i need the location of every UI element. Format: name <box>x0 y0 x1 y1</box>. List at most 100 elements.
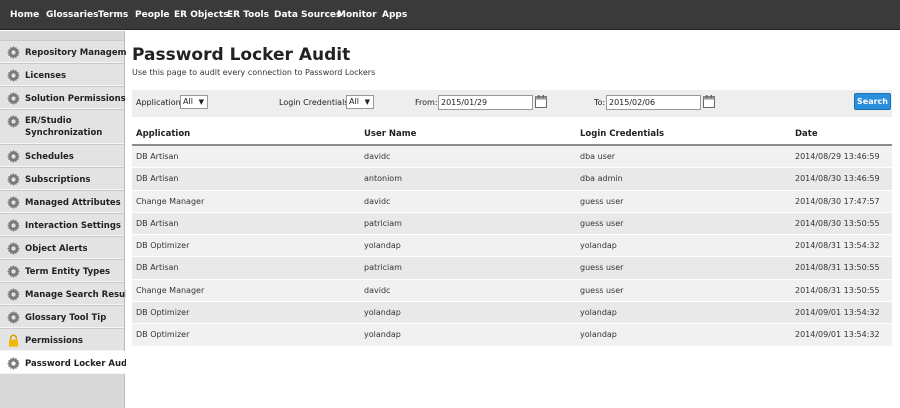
sidebar-item-label: Manage Search Results <box>25 290 138 300</box>
nav-er-objects[interactable]: ER Objects <box>174 0 229 30</box>
cell-date: 2014/08/30 13:50:55 <box>795 218 880 228</box>
sidebar-item-password-locker-audit[interactable]: Password Locker Audit <box>0 351 134 374</box>
cell-login-credentials: guess user <box>580 196 624 206</box>
cell-application: Change Manager <box>136 196 205 206</box>
calendar-icon[interactable] <box>535 95 547 108</box>
nav-data-sources[interactable]: Data Sources <box>274 0 341 30</box>
to-date-label: To: <box>594 98 606 107</box>
table-row[interactable]: DB Artisan patriciam guess user 2014/08/31 … <box>132 257 892 280</box>
sidebar-item-label: ER/Studio Synchronization <box>25 115 102 139</box>
table-row[interactable]: DB Optimizer yolandap yolandap 2014/08/31 1… <box>132 235 892 258</box>
cell-date: 2014/08/31 13:54:32 <box>795 241 880 251</box>
cell-application: DB Artisan <box>136 174 179 184</box>
cell-application: DB Optimizer <box>136 330 190 340</box>
sidebar-item-label: Password Locker Audit <box>25 359 135 369</box>
credentials-select[interactable]: All ▼ <box>346 95 374 109</box>
top-navigation-bar: Home Glossaries Terms People ER Objects … <box>0 0 900 30</box>
gear-icon <box>7 242 20 255</box>
cell-application: DB Artisan <box>136 152 179 161</box>
calendar-icon[interactable] <box>703 95 715 108</box>
cell-date: 2014/08/31 13:50:55 <box>795 263 880 273</box>
cell-user-name: yolandap <box>364 308 401 318</box>
sidebar-item-er-studio-synchronization[interactable]: ER/Studio Synchronization <box>0 109 124 144</box>
table-row[interactable]: DB Optimizer yolandap yolandap 2014/09/01 1… <box>132 324 892 347</box>
cell-application: DB Optimizer <box>136 308 190 318</box>
cell-user-name: davidc <box>364 285 391 295</box>
nav-monitor[interactable]: Monitor <box>337 0 377 30</box>
sidebar-item-label: Object Alerts <box>25 244 88 254</box>
cell-user-name: yolandap <box>364 330 401 340</box>
gear-icon <box>7 311 20 324</box>
sidebar-item-term-entity-types[interactable]: Term Entity Types <box>0 259 124 282</box>
cell-user-name: davidc <box>364 196 391 206</box>
application-filter-label: Application: <box>136 98 184 107</box>
sidebar-item-managed-attributes[interactable]: Managed Attributes <box>0 190 124 213</box>
cell-date: 2014/08/30 17:47:57 <box>795 196 880 206</box>
sidebar-item-object-alerts[interactable]: Object Alerts <box>0 236 124 259</box>
nav-apps[interactable]: Apps <box>382 0 407 30</box>
sidebar-item-permissions[interactable]: Permissions <box>0 328 124 351</box>
sidebar-item-label: Managed Attributes <box>25 198 121 208</box>
sidebar-item-label: Glossary Tool Tip <box>25 313 107 323</box>
table-row[interactable]: DB Artisan patriciam guess user 2014/08/30 … <box>132 212 892 236</box>
cell-login-credentials: dba admin <box>580 174 623 184</box>
table-row[interactable]: DB Artisan davidc dba user 2014/08/29 13:46… <box>132 146 892 169</box>
dropdown-arrow-icon: ▼ <box>198 98 204 106</box>
nav-people[interactable]: People <box>135 0 170 30</box>
sidebar: Repository Management Licenses Solution … <box>0 31 142 408</box>
cell-user-name: davidc <box>364 152 391 161</box>
sidebar-item-glossary-tool-tip[interactable]: Glossary Tool Tip <box>0 305 124 328</box>
sidebar-item-solution-permissions[interactable]: Solution Permissions <box>0 86 126 109</box>
nav-glossaries[interactable]: Glossaries <box>46 0 98 30</box>
cell-date: 2014/09/01 13:54:32 <box>795 308 880 318</box>
sidebar-item-interaction-settings[interactable]: Interaction Settings <box>0 213 124 236</box>
application-select-value: All <box>183 97 193 106</box>
cell-date: 2014/08/29 13:46:59 <box>795 152 880 161</box>
gear-icon <box>7 357 20 370</box>
search-button[interactable]: Search <box>854 93 891 110</box>
from-date-input[interactable]: 2015/01/29 <box>438 95 533 110</box>
sidebar-item-label: Solution Permissions <box>25 94 126 104</box>
cell-user-name: patriciam <box>364 218 402 228</box>
table-header: Application User Name Login Credentials … <box>132 123 892 146</box>
sidebar-item-label: Subscriptions <box>25 175 91 185</box>
nav-er-tools[interactable]: ER Tools <box>227 0 269 30</box>
credentials-filter-label: Login Credentials: <box>279 98 352 107</box>
sidebar-label-line2: Synchronization <box>25 128 103 138</box>
main-content: Password Locker Audit Use this page to a… <box>126 31 900 408</box>
gear-icon <box>7 288 20 301</box>
cell-login-credentials: dba user <box>580 152 616 161</box>
sidebar-item-label: Permissions <box>25 336 83 346</box>
table-row[interactable]: DB Artisan antoniom dba admin 2014/08/30 13… <box>132 168 892 191</box>
table-row[interactable]: Change Manager davidc guess user 2014/08/31… <box>132 279 892 303</box>
cell-login-credentials: yolandap <box>580 308 617 318</box>
nav-terms[interactable]: Terms <box>98 0 128 30</box>
dropdown-arrow-icon: ▼ <box>364 98 370 106</box>
column-header-login-credentials[interactable]: Login Credentials <box>580 129 664 139</box>
sidebar-item-label: Term Entity Types <box>25 267 111 277</box>
table-row[interactable]: Change Manager davidc guess user 2014/08/30… <box>132 190 892 213</box>
sidebar-item-subscriptions[interactable]: Subscriptions <box>0 167 124 190</box>
column-header-application[interactable]: Application <box>136 129 190 139</box>
sidebar-item-label: Licenses <box>25 71 67 81</box>
column-header-user-name[interactable]: User Name <box>364 129 416 139</box>
sidebar-item-repository-management[interactable]: Repository Management <box>0 40 142 63</box>
cell-user-name: yolandap <box>364 241 401 251</box>
sidebar-item-schedules[interactable]: Schedules <box>0 144 124 167</box>
sidebar-item-manage-search-results[interactable]: Manage Search Results <box>0 282 137 305</box>
table-row[interactable]: DB Optimizer yolandap yolandap 2014/09/01 1… <box>132 302 892 325</box>
to-date-input[interactable]: 2015/02/06 <box>606 95 701 110</box>
cell-user-name: antoniom <box>364 174 402 184</box>
cell-login-credentials: guess user <box>580 285 624 295</box>
credentials-select-value: All <box>349 97 359 106</box>
audit-table: Application User Name Login Credentials … <box>132 123 892 347</box>
gear-icon <box>7 69 20 82</box>
gear-icon <box>7 219 20 232</box>
sidebar-item-label: Repository Management <box>25 48 143 58</box>
sidebar-item-licenses[interactable]: Licenses <box>0 63 124 86</box>
page-subtitle: Use this page to audit every connection … <box>132 68 376 77</box>
column-header-date[interactable]: Date <box>795 129 818 139</box>
application-select[interactable]: All ▼ <box>180 95 208 109</box>
sidebar-item-label: Schedules <box>25 152 74 162</box>
nav-home[interactable]: Home <box>10 0 39 30</box>
